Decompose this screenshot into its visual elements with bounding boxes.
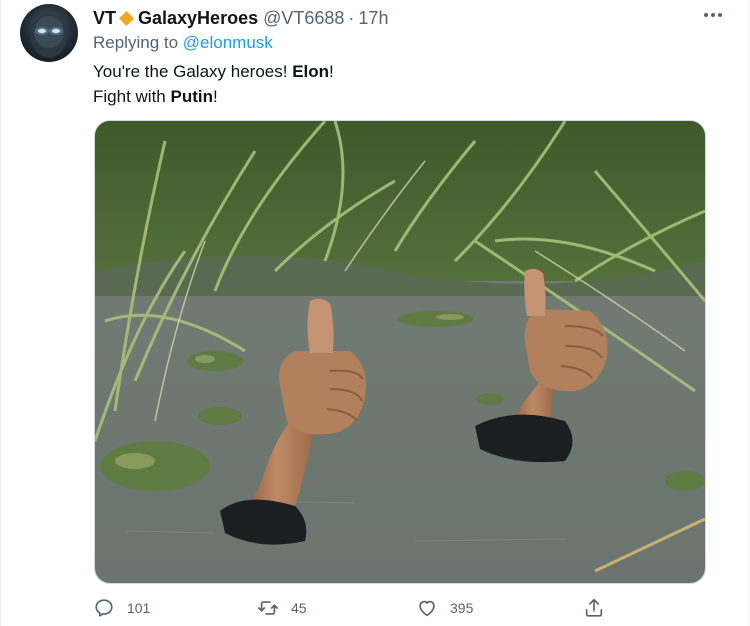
more-horizontal-icon (704, 13, 722, 17)
reply-button[interactable]: 101 (93, 597, 150, 619)
tweet-actions-bar: 101 45 395 (93, 597, 613, 623)
separator-dot: · (348, 7, 355, 28)
like-count: 395 (450, 600, 474, 616)
like-button[interactable]: 395 (416, 597, 473, 619)
text-segment: You're the Galaxy heroes! (93, 62, 293, 81)
text-segment: ! (212, 87, 218, 106)
retweet-count: 45 (291, 600, 307, 616)
retweet-icon (258, 601, 278, 615)
avatar[interactable] (20, 4, 78, 62)
left-divider (0, 0, 1, 626)
author-name-prefix: VT (93, 7, 117, 28)
text-segment: ! (329, 62, 334, 81)
swamp-thumbs-up-photo (95, 121, 705, 583)
tweet-text-line-2: Fight with Putin! (93, 84, 334, 109)
author-handle[interactable]: @VT6688 (263, 8, 344, 29)
tweet-card: VT GalaxyHeroes @VT6688 · 17h Replying t… (0, 0, 750, 626)
replying-to: Replying to @elonmusk (93, 33, 273, 53)
text-bold-putin: Putin (170, 87, 213, 106)
author-name-main: GalaxyHeroes (138, 7, 259, 28)
reply-icon (95, 599, 113, 617)
replying-to-link[interactable]: @elonmusk (183, 33, 273, 52)
text-segment: Fight with (93, 87, 171, 106)
tweet-media-image[interactable] (94, 120, 706, 584)
diamond-icon (119, 10, 135, 26)
text-bold-elon: Elon (292, 62, 330, 81)
heart-icon (419, 600, 435, 617)
tweet-text: You're the Galaxy heroes! Elon! Fight wi… (93, 59, 334, 109)
share-button[interactable] (583, 597, 617, 619)
share-icon (585, 598, 603, 617)
tweet-text-line-1: You're the Galaxy heroes! Elon! (93, 59, 334, 84)
author-name[interactable]: VT GalaxyHeroes (93, 8, 258, 29)
avatar-image (31, 14, 67, 58)
replying-prefix: Replying to (93, 33, 183, 52)
retweet-button[interactable]: 45 (257, 597, 307, 619)
timestamp[interactable]: 17h (358, 8, 388, 29)
more-options-button[interactable] (698, 4, 728, 26)
reply-count: 101 (127, 600, 151, 616)
tweet-header: VT GalaxyHeroes @VT6688 · 17h (93, 6, 710, 30)
